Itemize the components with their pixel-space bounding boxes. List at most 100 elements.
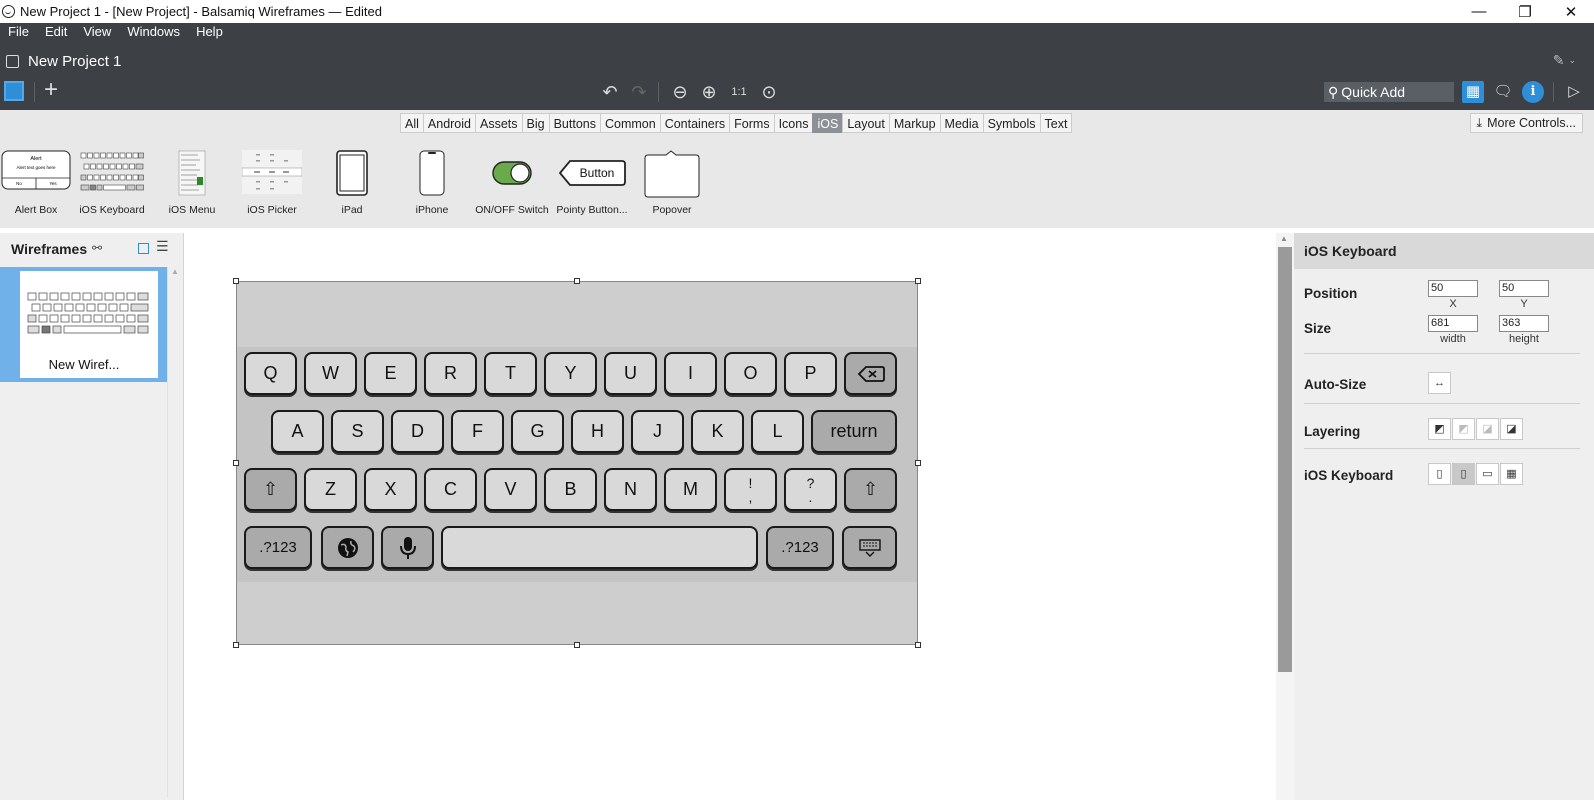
resize-handle-bottom-left[interactable] [233,642,239,648]
toolbar: + ↶ ↷ ⊖ ⊕ 1:1 ⊙ ⚲ Quick Add ▦ 🗨 i ▷ [0,77,1594,105]
palette-item-ios-menu[interactable]: iOS Menu [152,148,232,223]
tablet-portrait-icon[interactable]: ▯ [1452,463,1475,485]
send-to-back-icon[interactable]: ◪ [1500,418,1523,440]
y-label: Y [1520,298,1528,310]
maximize-button[interactable]: ❐ [1502,0,1548,23]
inspector-divider [1304,448,1580,449]
send-backward-icon[interactable]: ◪ [1476,418,1499,440]
palette-item-popover[interactable]: Popover [632,148,712,223]
actual-size-icon[interactable]: 1:1 [727,80,751,104]
ios-picker-thumbnail [242,150,302,194]
resize-handle-bottom-right[interactable] [915,642,921,648]
position-x-input[interactable]: 50 [1428,280,1478,297]
ios-keyboard-control[interactable]: Q W E R T Y U I O P A S D F G H J K L re… [236,281,918,645]
info-icon[interactable]: i [1522,81,1544,103]
tab-all[interactable]: All [400,113,423,133]
add-wireframe-button[interactable]: + [44,77,58,103]
tab-common[interactable]: Common [599,113,660,133]
minimize-button[interactable]: — [1456,0,1502,23]
tab-layout[interactable]: Layout [842,113,889,133]
tab-big[interactable]: Big [521,113,549,133]
palette-item-pointy-button[interactable]: Button Pointy Button... [552,148,632,223]
key-f: F [451,410,504,453]
keyboard-landscape-icon[interactable]: ▭ [1476,463,1499,485]
palette-item-iphone[interactable]: iPhone [392,148,472,223]
tab-media[interactable]: Media [939,113,983,133]
position-label: Position [1304,286,1358,301]
tab-android[interactable]: Android [422,113,475,133]
tab-forms[interactable]: Forms [729,113,774,133]
wireframe-keyboard-preview [27,292,149,334]
menu-file[interactable]: File [0,23,37,43]
wireframes-scrollbar[interactable]: ▲ [167,267,181,797]
resize-handle-top-right[interactable] [915,278,921,284]
wireframe-item[interactable]: New Wiref... [0,267,168,382]
width-input[interactable]: 681 [1428,315,1478,332]
resize-handle-top[interactable] [574,278,580,284]
keyboard-hide-glyph [858,538,881,557]
menu-view[interactable]: View [75,23,119,43]
phone-portrait-icon[interactable]: ▯ [1428,463,1451,485]
resize-handle-left[interactable] [233,460,239,466]
menu-windows[interactable]: Windows [119,23,188,43]
height-input[interactable]: 363 [1499,315,1549,332]
palette-label: iPad [341,204,363,216]
app-header: File Edit View Windows Help New Project … [0,23,1594,110]
palette-item-ipad[interactable]: iPad [312,148,392,223]
zoom-in-icon[interactable]: ⊕ [697,80,721,104]
tab-text[interactable]: Text [1039,113,1073,133]
resize-handle-top-left[interactable] [233,278,239,284]
wireframe-view-button[interactable] [4,81,24,101]
position-y-input[interactable]: 50 [1499,280,1549,297]
quick-add-input[interactable]: ⚲ Quick Add [1324,82,1454,102]
toolbar-divider [34,82,35,102]
comment-icon[interactable]: 🗨 [1492,81,1514,103]
microphone-glyph [399,536,416,559]
width-label: width [1440,333,1466,345]
resize-handle-right[interactable] [915,460,921,466]
more-controls-button[interactable]: ⤓ More Controls... [1469,113,1583,133]
list-view-icon[interactable]: ☰ [156,238,169,255]
tab-buttons[interactable]: Buttons [548,113,600,133]
undo-icon[interactable]: ↶ [598,80,622,104]
canvas-scrollbar[interactable]: ▲ [1276,233,1294,800]
tab-icons[interactable]: Icons [773,113,813,133]
pointy-button-thumbnail: Button [558,160,626,186]
height-label: height [1509,333,1539,345]
presentation-mode-icon[interactable]: ▷ [1563,81,1585,103]
tab-containers[interactable]: Containers [659,113,730,133]
palette-item-on-off-switch[interactable]: ON/OFF Switch [472,148,552,223]
canvas-scroll-thumb[interactable] [1278,247,1292,672]
key-return: return [811,410,897,453]
tab-markup[interactable]: Markup [888,113,940,133]
tab-assets[interactable]: Assets [475,113,522,133]
category-tabs: All Android Assets Big Buttons Common Co… [400,113,1073,133]
zoom-out-icon[interactable]: ⊖ [668,80,692,104]
menu-edit[interactable]: Edit [37,23,75,43]
palette-item-alert-box[interactable]: Alert Alert text goes here No Yes Alert … [0,148,72,223]
palette-item-ios-keyboard[interactable]: iOS Keyboard [72,148,152,223]
scroll-up-arrow-icon[interactable]: ▲ [171,267,179,276]
download-icon: ⤓ [1476,116,1483,130]
bring-forward-icon[interactable]: ◩ [1452,418,1475,440]
close-button[interactable]: ✕ [1548,0,1594,23]
keyboard-grid-icon[interactable]: ▦ [1500,463,1523,485]
palette-item-ios-picker[interactable]: iOS Picker [232,148,312,223]
project-title[interactable]: New Project 1 [28,53,121,70]
properties-panel-icon[interactable]: ▦ [1462,81,1484,103]
thumbnail-view-icon[interactable] [138,243,149,254]
key-j: J [631,410,684,453]
redo-icon[interactable]: ↷ [627,80,651,104]
wireframe-item-label: New Wiref... [48,357,120,372]
tab-ios[interactable]: iOS [812,113,843,133]
branch-icon[interactable]: ⚯ [92,241,102,255]
tab-symbols[interactable]: Symbols [982,113,1040,133]
scroll-up-arrow-icon[interactable]: ▲ [1280,234,1288,243]
menu-help[interactable]: Help [188,23,231,43]
bring-to-front-icon[interactable]: ◩ [1428,418,1451,440]
fit-icon[interactable]: ⊙ [757,80,781,104]
edit-mode-dropdown[interactable]: ✎ ⌄ [1553,52,1576,69]
palette-label: iPhone [415,204,449,216]
autosize-horizontal-icon[interactable]: ↔ [1428,372,1451,394]
resize-handle-bottom[interactable] [574,642,580,648]
